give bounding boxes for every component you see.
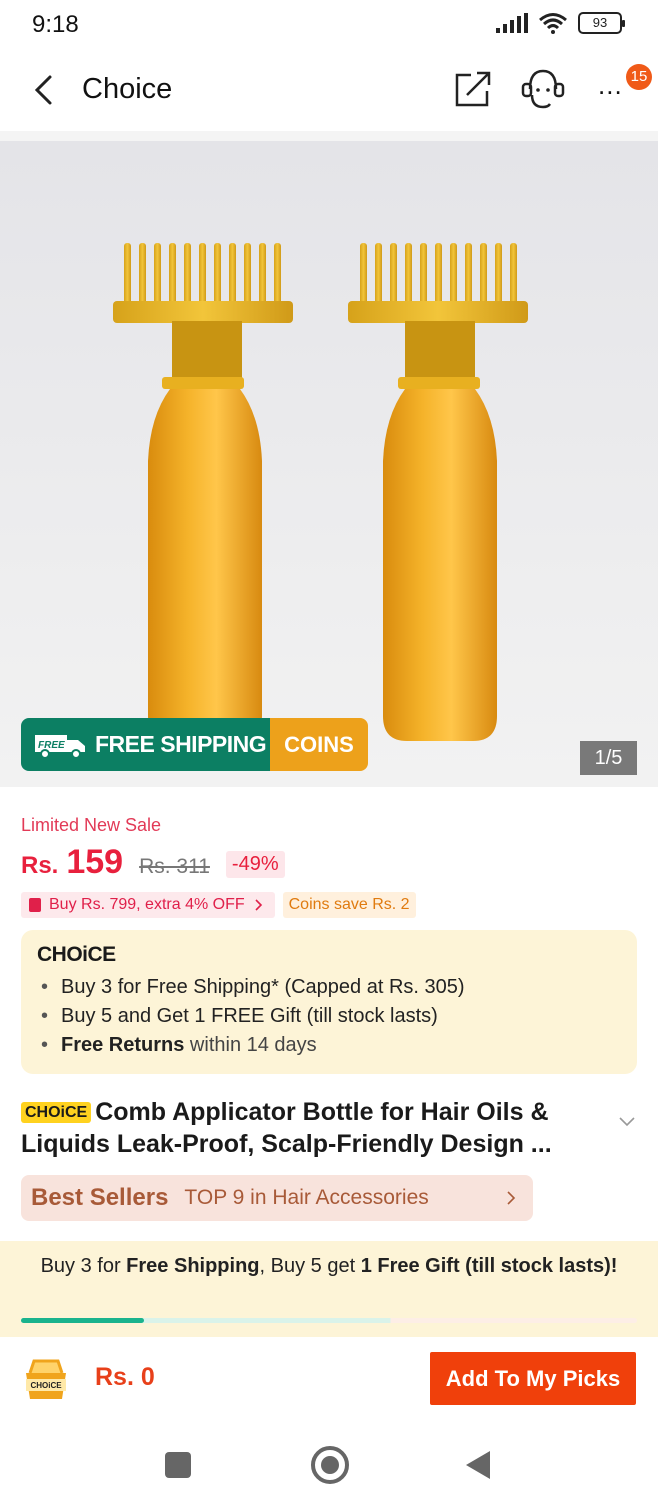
header-divider — [0, 131, 658, 141]
status-bar: 9:18 93 — [0, 0, 658, 50]
share-icon[interactable] — [453, 69, 493, 109]
truck-free-label: FREE — [38, 740, 65, 751]
recent-apps-icon[interactable] — [165, 1452, 191, 1478]
choice-logo: CHOiCE — [37, 943, 116, 966]
benefit-3-text: within 14 days — [184, 1034, 317, 1056]
bundle-bold-2: 1 Free Gift (till stock lasts)! — [360, 1255, 618, 1277]
bottom-action-bar: CHOiCE Rs. 0 Add To My Picks — [0, 1337, 658, 1427]
bundle-progress-track — [21, 1318, 637, 1323]
customer-service-icon[interactable] — [518, 67, 568, 111]
signal-icon — [496, 13, 528, 33]
benefit-free-returns: • Free Returns within 14 days — [41, 1034, 317, 1056]
free-shipping-badge: FREE FREE SHIPPING — [21, 718, 270, 771]
image-pager: 1/5 — [580, 741, 637, 775]
extra-off-label: Buy Rs. 799, extra 4% OFF — [49, 896, 245, 913]
back-triangle-icon[interactable] — [466, 1451, 490, 1479]
sale-label: Limited New Sale — [21, 815, 162, 835]
free-shipping-coins-banner: FREE FREE SHIPPING COINS — [21, 718, 368, 771]
current-price: 159 — [66, 843, 124, 881]
benefit-2-text: Buy 5 and Get 1 FREE Gift (till stock la… — [61, 1005, 438, 1027]
home-icon[interactable] — [311, 1446, 349, 1484]
bundle-text-2: , Buy 5 get — [259, 1255, 361, 1277]
bottle-left — [113, 243, 293, 741]
system-nav-bar — [0, 1427, 658, 1507]
notification-badge: 15 — [626, 64, 652, 90]
choice-benefits-box[interactable]: CHOiCE • Buy 3 for Free Shipping* (Capped… — [21, 930, 637, 1074]
cart-choice-label: CHOiCE — [30, 1381, 62, 1390]
benefit-3-bold: Free Returns — [61, 1034, 185, 1056]
choice-tag: CHOiCE — [21, 1102, 92, 1123]
best-sellers-rank[interactable]: Best Sellers TOP 9 in Hair Accessories — [21, 1175, 533, 1221]
bundle-bold-1: Free Shipping — [126, 1255, 260, 1277]
product-title-text: Comb Applicator Bottle for Hair Oils & L… — [21, 1098, 552, 1158]
delivery-truck-icon: FREE — [35, 734, 85, 759]
product-photo — [113, 243, 528, 741]
coins-badge: COINS — [270, 718, 368, 771]
product-title[interactable]: CHOiCE Comb Applicator Bottle for Hair Oi… — [21, 1096, 611, 1160]
chevron-right-icon — [255, 899, 262, 911]
cart-total: Rs. 0 — [95, 1363, 155, 1391]
page-title: Choice — [82, 73, 173, 105]
discount-badge: -49% — [225, 851, 285, 878]
best-sellers-logo: Best Sellers — [31, 1184, 169, 1211]
bundle-progress-fill — [21, 1318, 145, 1323]
choice-cart-icon[interactable]: CHOiCE — [20, 1355, 72, 1403]
benefit-free-gift: • Buy 5 and Get 1 FREE Gift (till stock l… — [41, 1005, 438, 1027]
benefit-1-text: Buy 3 for Free Shipping* (Capped at Rs. … — [61, 976, 465, 998]
product-image-gallery[interactable]: FREE FREE SHIPPING COINS 1/5 — [0, 141, 658, 787]
bottle-right — [348, 243, 528, 741]
best-sellers-text: TOP 9 in Hair Accessories — [184, 1186, 429, 1209]
back-arrow-icon[interactable] — [28, 73, 60, 107]
price-row: Rs. 159 Rs. 311 -49% — [21, 843, 285, 882]
add-to-my-picks-button[interactable]: Add To My Picks — [430, 1352, 636, 1405]
coins-save-chip: Coins save Rs. 2 — [282, 892, 416, 918]
status-time: 9:18 — [32, 11, 79, 38]
bundle-promo-text: Buy 3 for Free Shipping, Buy 5 get 1 Fre… — [30, 1255, 628, 1277]
battery-icon: 93 — [578, 12, 625, 34]
extra-off-coupon[interactable]: Buy Rs. 799, extra 4% OFF — [21, 892, 275, 918]
chevron-right-icon — [507, 1191, 516, 1205]
status-icons: 93 — [496, 12, 625, 34]
wifi-icon — [539, 13, 567, 34]
bundle-text-1: Buy 3 for — [40, 1255, 127, 1277]
benefit-free-shipping: • Buy 3 for Free Shipping* (Capped at Rs.… — [41, 976, 465, 998]
top-nav: Choice ... 15 — [0, 55, 658, 127]
expand-title-icon[interactable] — [618, 1116, 636, 1128]
original-price: Rs. 311 — [139, 855, 210, 878]
more-options-icon[interactable]: ... — [598, 72, 623, 98]
free-shipping-label: FREE SHIPPING — [95, 731, 267, 757]
coupon-icon — [29, 898, 41, 912]
choice-benefits-list: • Buy 3 for Free Shipping* (Capped at Rs.… — [41, 973, 465, 1060]
promo-row: Buy Rs. 799, extra 4% OFF Coins save Rs.… — [21, 892, 416, 918]
price-currency: Rs. — [21, 852, 59, 879]
bundle-promo-banner: Buy 3 for Free Shipping, Buy 5 get 1 Fre… — [0, 1241, 658, 1337]
